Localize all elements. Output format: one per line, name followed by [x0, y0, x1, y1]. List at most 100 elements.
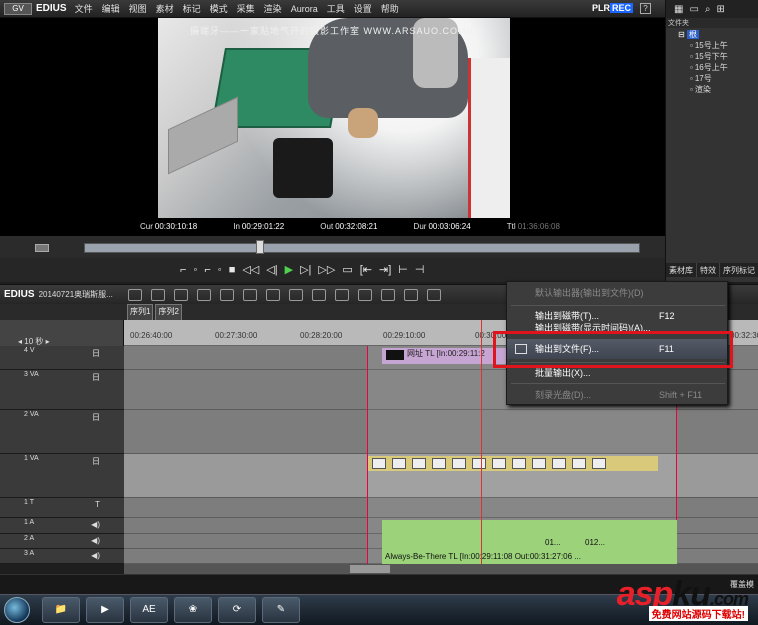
- insert-icon[interactable]: [⇤: [360, 263, 372, 277]
- play-icon[interactable]: ▶: [285, 263, 293, 277]
- folder-view-icon[interactable]: ▦: [674, 4, 683, 15]
- tree-item[interactable]: 17号: [666, 73, 758, 84]
- tab-sequence-markers[interactable]: 序列标记: [720, 263, 758, 277]
- tab-sequence-1[interactable]: 序列1: [127, 304, 154, 320]
- ripple-icon[interactable]: [311, 288, 326, 301]
- open-icon[interactable]: [173, 288, 188, 301]
- timecode-row: Cur 00:30:10:18 In 00:29:01:22 Out 00:32:08…: [140, 222, 560, 231]
- ruler-label: 00:27:30:00: [215, 331, 258, 340]
- taskbar-sync-icon[interactable]: ⟳: [218, 597, 256, 623]
- tab-sequence-2[interactable]: 序列2: [155, 304, 182, 320]
- menu-bar: GV EDIUS 文件 编辑 视图 素材 标记 模式 采集 渲染 Aurora …: [0, 0, 665, 18]
- delete-icon[interactable]: [288, 288, 303, 301]
- next-frame-icon[interactable]: ▷|: [300, 263, 311, 277]
- bin-toolbar: ▦ ▭ ⌕ ⊞: [666, 0, 758, 18]
- in-dropdown-icon[interactable]: ◦: [193, 263, 197, 277]
- menu-item-default-exporter[interactable]: 默认输出器(输出到文件)(D): [507, 283, 727, 303]
- bin-folder-title: 文件夹: [666, 18, 758, 28]
- menu-mode[interactable]: 模式: [210, 2, 228, 15]
- track-header-2a[interactable]: 2 A ◀): [0, 534, 124, 549]
- menu-tools[interactable]: 工具: [327, 2, 345, 15]
- trim-out-icon[interactable]: ⊣: [415, 263, 425, 277]
- ruler-label: 00:32:30:00: [730, 331, 758, 340]
- track-header-4v[interactable]: 4 V日: [0, 346, 124, 370]
- taskbar-media-icon[interactable]: ❀: [174, 597, 212, 623]
- cut-icon[interactable]: [219, 288, 234, 301]
- track-header-1t[interactable]: 1 TT: [0, 498, 124, 518]
- position-slider[interactable]: [84, 243, 640, 253]
- menu-item-burn-disc[interactable]: 刻录光盘(D)... Shift + F11: [507, 385, 727, 405]
- start-button[interactable]: [4, 597, 30, 623]
- track-header-2va[interactable]: 2 VA 日: [0, 410, 124, 454]
- project-icon[interactable]: [127, 288, 142, 301]
- folder-icon[interactable]: ▭: [689, 4, 698, 15]
- preview-video-frame: [158, 18, 510, 218]
- menu-render[interactable]: 渲染: [264, 2, 282, 15]
- menu-file[interactable]: 文件: [75, 2, 93, 15]
- timeline-logo: EDIUS: [4, 289, 35, 300]
- app-logo: GV: [4, 2, 32, 15]
- tree-item[interactable]: 15号下午: [666, 51, 758, 62]
- clip-4v[interactable]: 网址 TL [In:00:29:11:2: [382, 348, 509, 364]
- copy-icon[interactable]: [242, 288, 257, 301]
- timeline-scrollbar[interactable]: [124, 564, 758, 574]
- menu-settings[interactable]: 设置: [354, 2, 372, 15]
- taskbar-after-effects-icon[interactable]: AE: [130, 597, 168, 623]
- timecode-in: In 00:29:01:22: [233, 222, 285, 231]
- clip-audio-segment-label: 01...: [545, 538, 561, 547]
- tab-effects[interactable]: 特效: [697, 263, 720, 277]
- taskbar-notes-icon[interactable]: ✎: [262, 597, 300, 623]
- fast-forward-icon[interactable]: ▷▷: [318, 263, 335, 277]
- tree-item[interactable]: 15号上午: [666, 40, 758, 51]
- out-dropdown-icon[interactable]: ◦: [218, 263, 222, 277]
- menu-capture[interactable]: 采集: [237, 2, 255, 15]
- paste-icon[interactable]: [265, 288, 280, 301]
- loop-icon[interactable]: ▭: [342, 263, 352, 277]
- help-icon[interactable]: ?: [640, 3, 651, 14]
- redo-icon[interactable]: [357, 288, 372, 301]
- set-out-icon[interactable]: ⌐: [204, 263, 210, 277]
- menu-view[interactable]: 视图: [129, 2, 147, 15]
- trim-in-icon[interactable]: ⊢: [398, 263, 408, 277]
- bin-panel: ▦ ▭ ⌕ ⊞ 文件夹 ⊟ 根 15号上午 15号下午 16号上午 17号 渲染…: [665, 0, 758, 282]
- track-header-3va[interactable]: 3 VA 日: [0, 370, 124, 410]
- undo-icon[interactable]: [334, 288, 349, 301]
- new-sequence-icon[interactable]: [150, 288, 165, 301]
- taskbar-explorer-icon[interactable]: 📁: [42, 597, 80, 623]
- menu-edit[interactable]: 编辑: [102, 2, 120, 15]
- save-icon[interactable]: [196, 288, 211, 301]
- position-playhead[interactable]: [256, 240, 264, 254]
- track-header-1va[interactable]: 1 VA 日: [0, 454, 124, 498]
- timeline-cursor[interactable]: [481, 320, 482, 564]
- menu-help[interactable]: 帮助: [381, 2, 399, 15]
- tree-item[interactable]: 16号上午: [666, 62, 758, 73]
- clip-1va[interactable]: [368, 456, 658, 471]
- shuttle-slider[interactable]: [35, 244, 49, 252]
- rewind-icon[interactable]: ◁◁: [242, 263, 259, 277]
- export-icon[interactable]: [426, 288, 441, 301]
- add-icon[interactable]: ⊞: [717, 4, 725, 15]
- tab-bin[interactable]: 素材库: [666, 263, 697, 277]
- set-in-icon[interactable]: ⌐: [180, 263, 186, 277]
- tree-root[interactable]: ⊟ 根: [666, 29, 758, 40]
- overwrite-icon[interactable]: ⇥]: [379, 263, 391, 277]
- taskbar-edius-icon[interactable]: ▶: [86, 597, 124, 623]
- menu-marker[interactable]: 标记: [183, 2, 201, 15]
- previous-frame-icon[interactable]: ◁|: [266, 263, 277, 277]
- track-header-3a[interactable]: 3 A ◀): [0, 549, 124, 564]
- track-header-1a[interactable]: 1 A ◀): [0, 518, 124, 534]
- timeline-scroll-thumb[interactable]: [350, 565, 390, 573]
- marker-icon[interactable]: [380, 288, 395, 301]
- stop-icon[interactable]: ■: [229, 263, 236, 277]
- plr-rec-indicator[interactable]: PLR REC: [592, 3, 633, 13]
- render-icon[interactable]: [403, 288, 418, 301]
- tree-item[interactable]: 渲染: [666, 84, 758, 95]
- clip-audio-label: Always-Be-There TL [In:00:29:11:08 Out:0…: [385, 552, 581, 561]
- menu-aurora[interactable]: Aurora: [291, 4, 318, 14]
- menu-clip[interactable]: 素材: [156, 2, 174, 15]
- search-icon[interactable]: ⌕: [705, 4, 711, 15]
- aspku-brand-logo: aspku.com 免费网站源码下载站!: [616, 575, 749, 621]
- ruler-label: 00:28:20:00: [300, 331, 343, 340]
- ruler-label: 00:26:40:00: [130, 331, 173, 340]
- timecode-cur: Cur 00:30:10:18: [140, 222, 198, 231]
